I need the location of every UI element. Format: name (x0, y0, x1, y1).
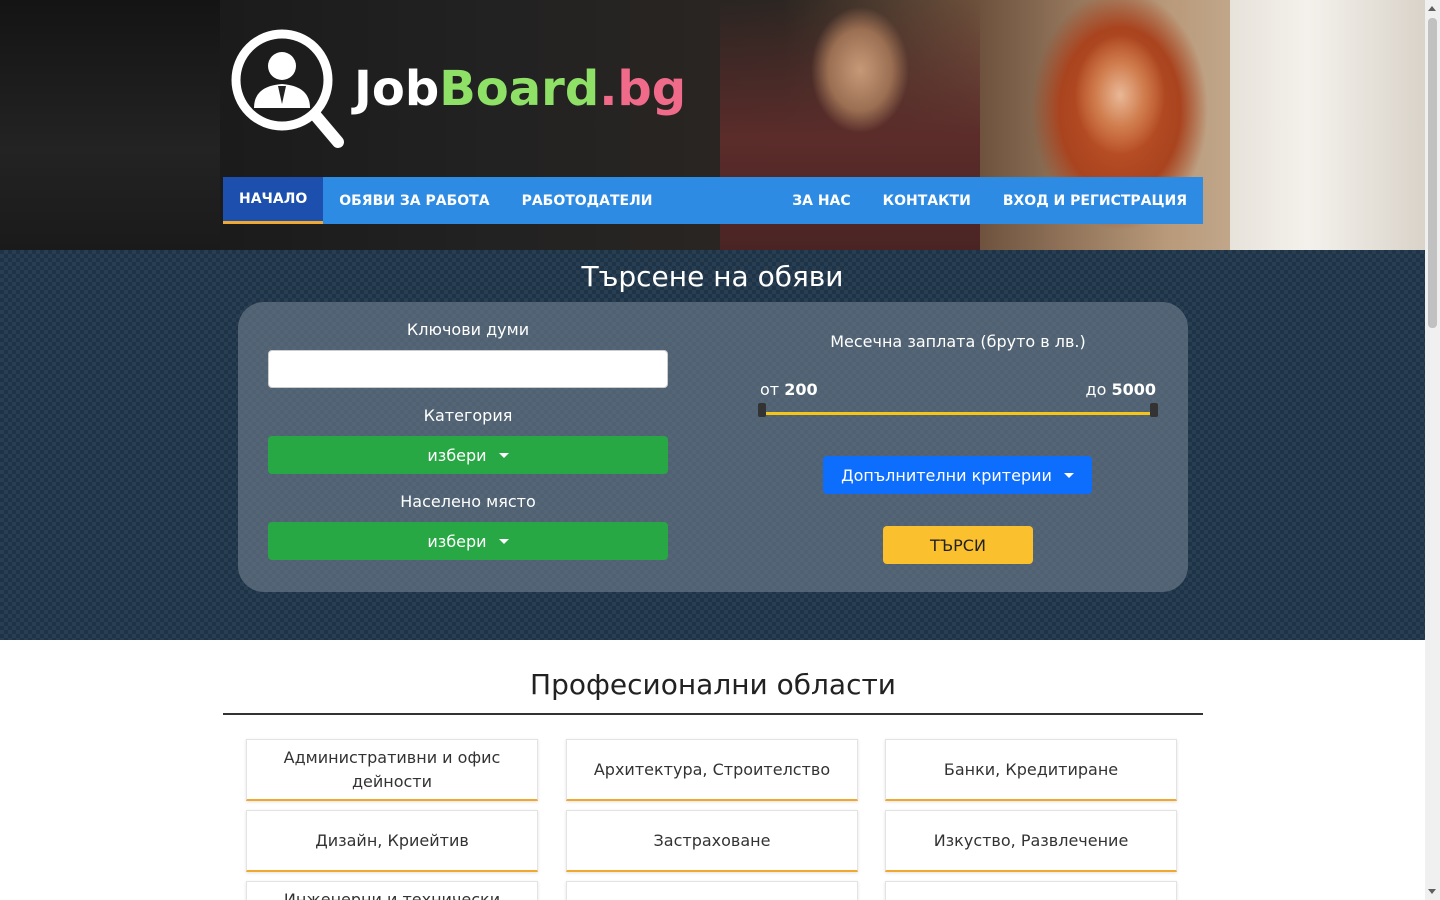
magnifier-person-icon (230, 28, 348, 150)
range-to-prefix: до (1085, 380, 1107, 399)
logo-text-board: Board (439, 61, 600, 117)
category-dropdown-label: избери (427, 445, 487, 465)
category-dropdown[interactable]: избери (268, 436, 668, 474)
nav-item-about[interactable]: ЗА НАС (776, 177, 866, 224)
range-from-value: 200 (784, 380, 818, 399)
search-title: Търсене на обяви (581, 260, 844, 293)
header-banner: Job Board .bg НАЧАЛО ОБЯВИ ЗА РАБОТА РАБ… (0, 0, 1425, 250)
nav-item-login-register[interactable]: ВХОД И РЕГИСТРАЦИЯ (987, 177, 1203, 224)
more-criteria-button[interactable]: Допълнителни критерии (823, 456, 1092, 494)
category-label: Категория (423, 406, 513, 425)
site-logo[interactable]: Job Board .bg (230, 28, 686, 150)
keywords-label: Ключови думи (406, 320, 530, 339)
scroll-up-icon[interactable] (1428, 6, 1436, 11)
areas-divider (223, 713, 1203, 715)
scroll-thumb[interactable] (1428, 18, 1437, 328)
salary-range-track[interactable] (760, 412, 1155, 415)
salary-max-handle[interactable] (1150, 403, 1158, 417)
area-card-engineering[interactable]: Инженерни и технически (246, 881, 538, 900)
location-dropdown[interactable]: избери (268, 522, 668, 560)
logo-text-bg: .bg (599, 61, 687, 117)
caret-down-icon (1063, 472, 1074, 478)
keywords-input[interactable] (268, 350, 668, 388)
area-card-admin[interactable]: Административни и офис дейности (246, 739, 538, 801)
search-button[interactable]: ТЪРСИ (883, 526, 1033, 564)
nav-item-job-ads[interactable]: ОБЯВИ ЗА РАБОТА (323, 177, 505, 224)
area-card-partial[interactable] (566, 881, 858, 900)
page-scrollbar[interactable] (1425, 0, 1440, 900)
caret-down-icon (498, 538, 509, 544)
area-card-partial[interactable] (885, 881, 1177, 900)
banner-photo-left (0, 0, 220, 250)
salary-label: Месечна заплата (бруто в лв.) (830, 332, 1086, 351)
area-card-design[interactable]: Дизайн, Криейтив (246, 810, 538, 872)
nav-item-contacts[interactable]: КОНТАКТИ (867, 177, 987, 224)
range-from-prefix: от (760, 380, 780, 399)
salary-range-from: от 200 (760, 380, 818, 399)
logo-wordmark: Job Board .bg (354, 61, 686, 117)
scroll-down-icon[interactable] (1428, 889, 1436, 894)
areas-title: Професионални области (530, 668, 896, 701)
area-card-architecture[interactable]: Архитектура, Строителство (566, 739, 858, 801)
more-criteria-label: Допълнителни критерии (841, 465, 1052, 485)
logo-text-job: Job (354, 61, 440, 117)
nav-item-employers[interactable]: РАБОТОДАТЕЛИ (506, 177, 669, 224)
main-nav: НАЧАЛО ОБЯВИ ЗА РАБОТА РАБОТОДАТЕЛИ ЗА Н… (223, 177, 1203, 224)
banner-photo-window (1230, 0, 1425, 250)
area-card-banking[interactable]: Банки, Кредитиране (885, 739, 1177, 801)
search-form: Ключови думи Категория избери Населено м… (238, 302, 1188, 592)
search-section: Търсене на обяви Ключови думи Категория … (0, 250, 1425, 640)
range-to-value: 5000 (1111, 380, 1156, 399)
area-card-arts[interactable]: Изкуство, Развлечение (885, 810, 1177, 872)
location-dropdown-label: избери (427, 531, 487, 551)
caret-down-icon (498, 452, 509, 458)
salary-range-to: до 5000 (1086, 380, 1156, 399)
area-card-insurance[interactable]: Застраховане (566, 810, 858, 872)
nav-item-home[interactable]: НАЧАЛО (223, 177, 324, 224)
salary-min-handle[interactable] (758, 403, 766, 417)
location-label: Населено място (400, 492, 536, 511)
